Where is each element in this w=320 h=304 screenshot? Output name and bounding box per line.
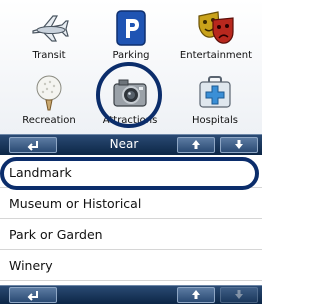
back-button[interactable]	[9, 137, 57, 153]
bottom-toolbar	[0, 285, 262, 304]
golf-ball-icon	[36, 75, 62, 111]
category-label: Recreation	[22, 115, 76, 126]
scroll-down-button[interactable]	[220, 137, 258, 153]
list-item-landmark[interactable]: Landmark	[0, 157, 262, 188]
first-aid-icon	[199, 76, 231, 108]
toolbar-title: Near	[109, 137, 139, 151]
arrow-down-icon	[235, 140, 243, 149]
category-label: Parking	[112, 50, 150, 61]
theater-masks-icon	[198, 11, 234, 44]
airplane-icon	[32, 15, 69, 42]
list-item-winery[interactable]: Winery	[0, 250, 262, 281]
category-parking[interactable]: Parking	[91, 8, 171, 61]
category-label: Transit	[32, 50, 66, 61]
list-item-museum[interactable]: Museum or Historical	[0, 188, 262, 219]
category-attractions[interactable]: Attractions	[90, 73, 170, 126]
back-button[interactable]	[9, 287, 57, 303]
scroll-up-button[interactable]	[177, 287, 215, 303]
arrow-down-icon	[235, 290, 243, 299]
category-recreation[interactable]: Recreation	[9, 73, 89, 126]
subcategory-list: Landmark Museum or Historical Park or Ga…	[0, 157, 262, 281]
category-hospitals[interactable]: Hospitals	[175, 73, 255, 126]
back-arrow-icon	[27, 291, 38, 301]
category-label: Entertainment	[179, 50, 253, 61]
category-grid: Transit Parking Entertainment Recreation	[0, 0, 262, 134]
scroll-down-button[interactable]	[220, 287, 258, 303]
category-entertainment[interactable]: Entertainment	[176, 8, 256, 61]
toolbar: Near	[0, 134, 262, 155]
category-transit[interactable]: Transit	[9, 8, 89, 61]
camera-icon	[113, 79, 147, 107]
arrow-up-icon	[192, 140, 200, 149]
back-arrow-icon	[27, 141, 38, 151]
list-item-park[interactable]: Park or Garden	[0, 219, 262, 250]
parking-icon	[116, 10, 146, 46]
category-label: Attractions	[102, 115, 158, 126]
arrow-up-icon	[192, 290, 200, 299]
category-label: Hospitals	[191, 115, 238, 126]
scroll-up-button[interactable]	[177, 137, 215, 153]
